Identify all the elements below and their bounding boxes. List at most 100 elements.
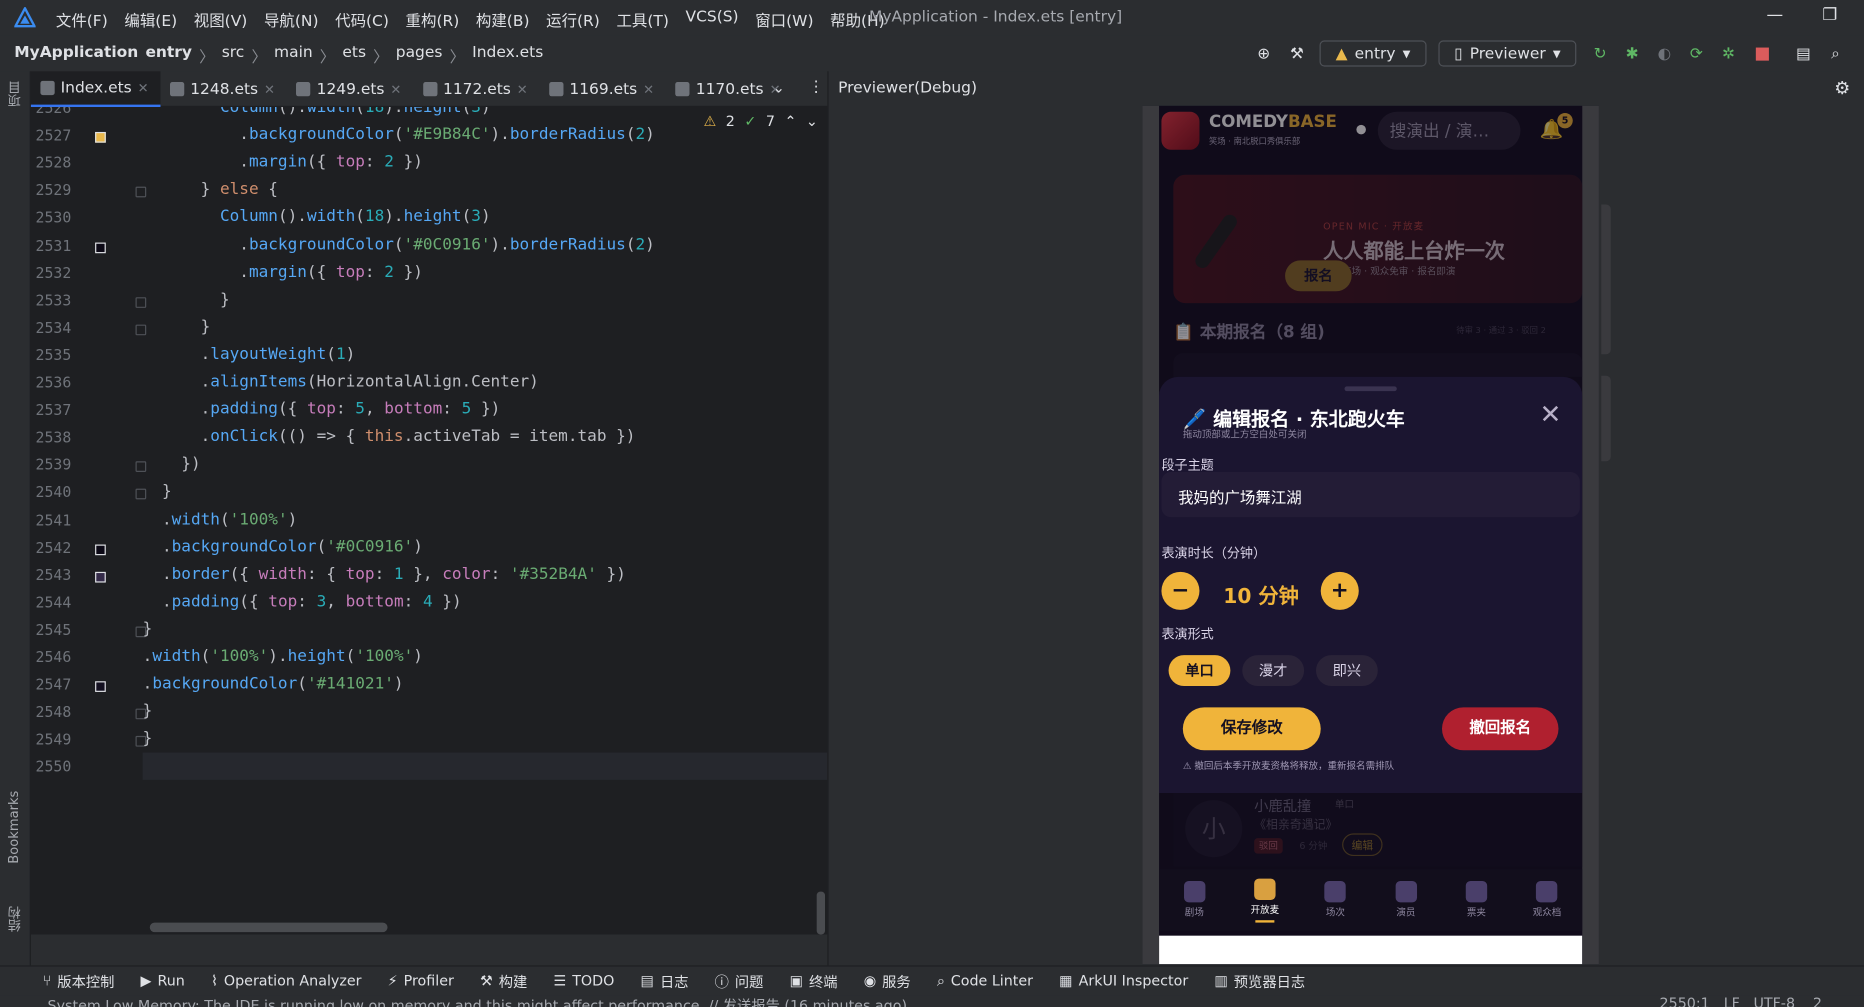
profile-icon[interactable]: ✲ — [1719, 40, 1738, 66]
save-button[interactable]: 保存修改 — [1182, 707, 1321, 751]
form-option-manzai[interactable]: 漫才 — [1242, 655, 1305, 686]
breadcrumb-module[interactable]: entry — [145, 44, 192, 67]
status-message[interactable]: System Low Memory: The IDE is running lo… — [48, 995, 907, 1007]
tool-window-button[interactable]: ▣ 终端 — [790, 971, 838, 991]
close-icon[interactable]: ✕ — [264, 81, 275, 96]
device-dropdown[interactable]: ▯ Previewer ▾ — [1438, 40, 1577, 67]
tool-window-button[interactable]: ⌕ Code Linter — [937, 972, 1033, 990]
close-icon[interactable]: ✕ — [1539, 401, 1561, 431]
close-icon[interactable]: ✕ — [643, 81, 654, 96]
tool-window-button[interactable]: ⚒ 构建 — [480, 971, 527, 991]
menu-item[interactable]: 工具(T) — [616, 8, 668, 31]
horizontal-scrollbar[interactable] — [149, 922, 388, 933]
chart-icon: ⌇ — [210, 972, 218, 990]
tab-file[interactable]: 1248.ets ✕ — [161, 71, 287, 107]
duration-label: 表演时长（分钟） — [1161, 545, 1267, 562]
tab-theater[interactable]: 剧场 — [1165, 880, 1224, 919]
tab-file[interactable]: 1249.ets ✕ — [287, 71, 413, 107]
breadcrumb-project[interactable]: MyApplication — [14, 44, 138, 67]
tool-window-button[interactable]: ⚡ Profiler — [388, 973, 454, 990]
code-editor[interactable]: ⚠ 2 ✓ 7 ⌃ ⌄ 2526 Column().width(18).height(… — [30, 107, 828, 935]
tool-window-button[interactable]: ▥ 预览器日志 — [1214, 971, 1305, 991]
decrease-duration-button[interactable]: − — [1161, 571, 1200, 610]
menu-item[interactable]: 编辑(E) — [124, 8, 177, 31]
color-swatch-icon[interactable] — [95, 571, 106, 583]
stop-icon[interactable] — [1753, 40, 1770, 66]
tab-ticket[interactable]: 票夹 — [1447, 880, 1506, 919]
rerun-icon[interactable]: ↻ — [1591, 40, 1610, 66]
tool-window-button[interactable]: ☰ TODO — [553, 973, 614, 990]
breadcrumb-file[interactable]: Index.ets — [472, 44, 543, 67]
restore-icon[interactable]: ❐ — [1822, 6, 1837, 25]
device-manager-icon[interactable]: ▤ — [1793, 40, 1814, 66]
form-option-improv[interactable]: 即兴 — [1315, 655, 1378, 686]
tab-file[interactable]: 1172.ets ✕ — [413, 71, 539, 107]
line-number: 2542 — [35, 538, 72, 556]
menu-item[interactable]: 代码(C) — [335, 8, 389, 31]
breadcrumb-pages[interactable]: pages — [396, 44, 443, 67]
color-swatch-icon[interactable] — [95, 241, 106, 253]
project-tool-button[interactable]: 项目 — [6, 81, 25, 107]
locate-icon[interactable]: ⊕ — [1254, 40, 1273, 66]
color-swatch-icon[interactable] — [95, 681, 106, 693]
line-ending[interactable]: LF — [1724, 995, 1740, 1007]
tab-profile[interactable]: 观众档 — [1517, 880, 1576, 919]
phone-preview[interactable]: COMEDYBASE 笑场 · 南北脱口秀俱乐部 搜演出 / 演… 🔔 5 OP… — [1142, 105, 1599, 965]
breadcrumb-ets[interactable]: ets — [342, 44, 366, 67]
color-swatch-icon[interactable] — [95, 132, 106, 143]
topic-input[interactable]: 我妈的广场舞江湖 — [1161, 471, 1580, 518]
line-number: 2547 — [35, 675, 72, 694]
close-icon[interactable]: ✕ — [390, 81, 401, 96]
chevron-down-icon[interactable]: ⌄ — [806, 113, 818, 130]
tool-window-button[interactable]: ▶ Run — [141, 973, 185, 990]
menu-item[interactable]: 导航(N) — [264, 8, 319, 31]
increase-duration-button[interactable]: + — [1320, 571, 1359, 610]
tool-window-button[interactable]: ⌇ Operation Analyzer — [211, 973, 362, 990]
tool-window-button[interactable]: ◉ 服务 — [864, 971, 911, 991]
close-icon[interactable]: ✕ — [517, 81, 528, 96]
form-option-standup[interactable]: 单口 — [1168, 655, 1231, 686]
tab-file[interactable]: Index.ets ✕ — [30, 71, 161, 108]
structure-tool-button[interactable]: 结构 — [6, 906, 25, 932]
tool-window-button[interactable]: ⑂ 版本控制 — [43, 971, 115, 991]
chevron-up-icon[interactable]: ⌃ — [784, 113, 796, 130]
menu-item[interactable]: 视图(V) — [194, 8, 248, 31]
attach-icon[interactable]: ◐ — [1655, 40, 1674, 66]
reload-icon[interactable]: ⟳ — [1687, 40, 1706, 66]
debug-icon[interactable]: ✱ — [1623, 40, 1642, 66]
search-icon[interactable]: ⌕ — [1825, 40, 1846, 66]
tab-file[interactable]: 1169.ets ✕ — [540, 71, 666, 107]
menu-item[interactable]: 文件(F) — [56, 8, 108, 31]
tab-calendar[interactable]: 场次 — [1306, 880, 1365, 919]
hammer-icon[interactable]: ⚒ — [1287, 40, 1306, 66]
close-icon[interactable]: ✕ — [138, 80, 149, 95]
tabs-overflow-icon[interactable]: ⌄ — [773, 80, 785, 97]
tool-window-button[interactable]: ⓘ 问题 — [715, 971, 764, 991]
tab-mic[interactable]: 开放麦 — [1235, 878, 1294, 922]
tool-window-button[interactable]: ▤ 日志 — [641, 971, 689, 991]
withdraw-button[interactable]: 撤回报名 — [1441, 707, 1559, 751]
run-config-dropdown[interactable]: ▲ entry ▾ — [1319, 40, 1427, 67]
tool-window-button[interactable]: ▦ ArkUI Inspector — [1059, 973, 1188, 990]
more-vertical-icon[interactable]: ⋮ — [808, 78, 823, 96]
tab-star[interactable]: 演员 — [1376, 880, 1435, 919]
menu-item[interactable]: 运行(R) — [546, 8, 600, 31]
drag-handle[interactable] — [1344, 386, 1397, 392]
code-line: } — [142, 619, 153, 639]
menu-item[interactable]: 窗口(W) — [755, 8, 813, 31]
menu-item[interactable]: 重构(R) — [406, 8, 460, 31]
color-swatch-icon[interactable] — [95, 544, 106, 555]
indent[interactable]: 2 spaces — [1813, 995, 1864, 1007]
vertical-scrollbar[interactable] — [816, 891, 826, 935]
code-line: .margin({ top: 2 }) — [142, 262, 423, 282]
caret-position[interactable]: 2550:1 — [1660, 995, 1710, 1007]
inspection-widget[interactable]: ⚠ 2 ✓ 7 ⌃ ⌄ — [703, 113, 817, 130]
menu-item[interactable]: 构建(B) — [476, 8, 530, 31]
minimize-icon[interactable]: — — [1767, 6, 1784, 25]
bookmarks-tool-button[interactable]: Bookmarks — [6, 791, 21, 864]
breadcrumb-main[interactable]: main — [274, 44, 313, 67]
menu-item[interactable]: VCS(S) — [686, 8, 739, 31]
breadcrumb-src[interactable]: src — [222, 44, 245, 67]
encoding[interactable]: UTF-8 — [1753, 995, 1795, 1007]
settings-gear-icon[interactable]: ⚙ — [1834, 77, 1850, 98]
